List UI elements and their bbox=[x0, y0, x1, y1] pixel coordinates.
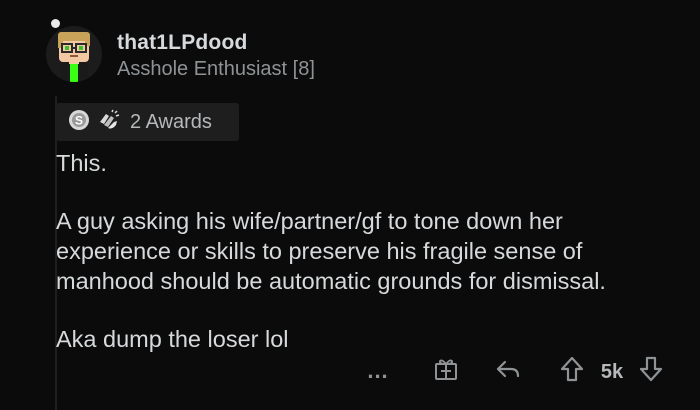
more-icon: ... bbox=[367, 358, 389, 383]
clapping-award-icon bbox=[96, 109, 120, 136]
username[interactable]: that1LPdood bbox=[117, 31, 248, 55]
more-options-button[interactable]: ... bbox=[365, 356, 391, 386]
reply-button[interactable] bbox=[493, 356, 523, 386]
comment: that1LPdood Asshole Enthusiast [8] S 2 A… bbox=[0, 0, 700, 410]
reply-icon bbox=[495, 356, 521, 387]
comment-paragraph: This. bbox=[56, 150, 107, 176]
upvote-button[interactable] bbox=[557, 356, 587, 386]
comment-paragraph: Aka dump the loser lol bbox=[56, 326, 289, 352]
comment-actions: ... 5k bbox=[0, 354, 700, 390]
user-flair: Asshole Enthusiast [8] bbox=[117, 58, 315, 80]
give-award-button[interactable] bbox=[431, 356, 461, 386]
vote-score: 5k bbox=[600, 360, 624, 383]
online-status-dot bbox=[51, 19, 60, 28]
avatar[interactable] bbox=[46, 26, 102, 82]
awards-bar[interactable]: S 2 Awards bbox=[56, 103, 239, 141]
svg-text:S: S bbox=[75, 113, 83, 127]
downvote-arrow-icon bbox=[638, 355, 664, 388]
upvote-arrow-icon bbox=[559, 355, 585, 388]
comment-body: This. A guy asking his wife/partner/gf t… bbox=[56, 148, 676, 354]
silver-award-icon: S bbox=[68, 109, 90, 136]
comment-paragraph: A guy asking his wife/partner/gf to tone… bbox=[56, 208, 606, 294]
gift-icon bbox=[433, 356, 459, 387]
downvote-button[interactable] bbox=[636, 356, 666, 386]
awards-count: 2 Awards bbox=[130, 110, 212, 133]
